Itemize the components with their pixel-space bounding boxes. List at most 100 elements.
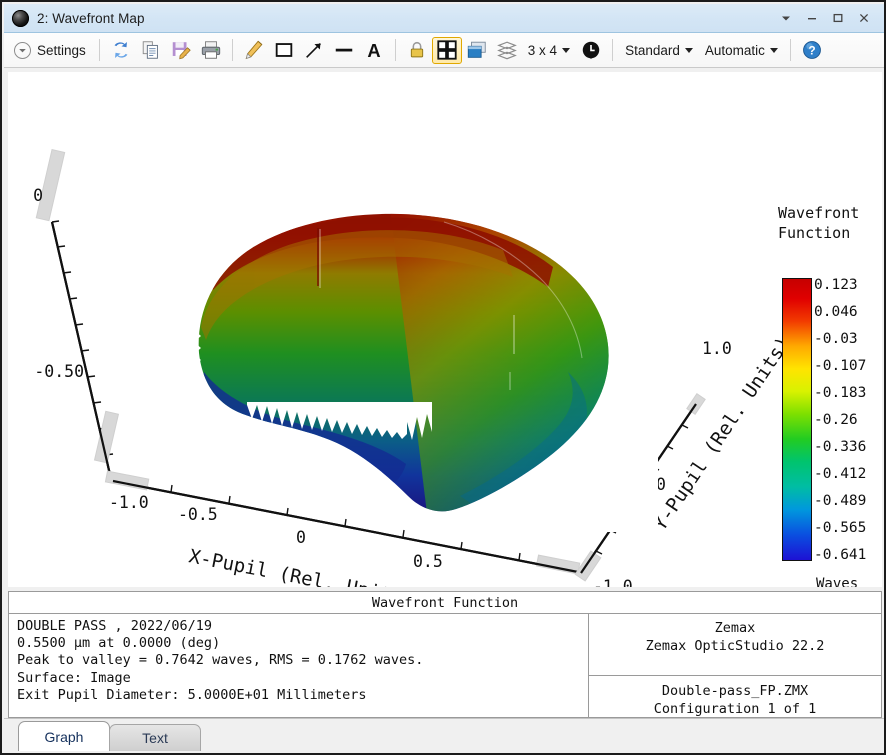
- pencil-icon: [245, 40, 263, 60]
- z-tick-0: 0: [33, 186, 43, 205]
- info-line: Surface: Image: [17, 669, 131, 686]
- style-label: Standard: [625, 42, 680, 58]
- vendor-name: Zemax: [714, 620, 756, 636]
- copy-icon: [142, 41, 158, 59]
- colorbar-legend: Wavefront Function 0.123 0.046 -0.03 -0.…: [774, 204, 882, 587]
- tab-strip: Graph Text: [4, 718, 884, 751]
- text-button[interactable]: A: [359, 37, 389, 64]
- x-tick-1: -0.5: [178, 505, 218, 524]
- title-bar: 2: Wavefront Map: [4, 4, 884, 33]
- chevron-down-icon[interactable]: [773, 5, 799, 31]
- chevron-down-icon: [769, 47, 778, 53]
- chevron-down-icon: [562, 47, 571, 53]
- tab-filler: [200, 750, 884, 751]
- wavefront-window-icon: [12, 9, 29, 27]
- arrow-button[interactable]: [299, 37, 329, 64]
- svg-text:?: ?: [808, 44, 815, 58]
- file-block: Double-pass_FP.ZMX Configuration 1 of 1: [589, 676, 881, 718]
- toolbar-separator: [231, 39, 233, 61]
- rectangle-button[interactable]: [269, 37, 299, 64]
- colorbar-tick: 0.123: [814, 277, 858, 293]
- info-line: Exit Pupil Diameter: 5.0000E+01 Millimet…: [17, 686, 367, 703]
- info-line: Peak to valley = 0.7642 waves, RMS = 0.1…: [17, 652, 424, 669]
- minimize-icon[interactable]: [799, 5, 825, 31]
- wavefront-surface-chart: 0 -0.50 -1.0 -0.5 0 0.5 X-Pupil (Rel. Un…: [33, 148, 795, 587]
- colorbar-tick: -0.412: [814, 466, 867, 483]
- maximize-icon[interactable]: [825, 5, 851, 31]
- toolbar-separator: [98, 39, 100, 61]
- colorbar-ticks: 0.123 0.046 -0.03 -0.107 -0.183 -0.26 -0…: [814, 278, 866, 563]
- text-icon: A: [367, 40, 380, 61]
- settings-button[interactable]: Settings: [10, 37, 93, 64]
- toolbar-separator: [394, 39, 396, 61]
- style-dropdown[interactable]: Standard: [619, 37, 699, 64]
- close-icon[interactable]: [851, 5, 877, 31]
- toolbar-separator: [789, 39, 791, 61]
- svg-text:A: A: [367, 40, 380, 61]
- chevron-down-icon: [684, 47, 693, 53]
- window-title: 2: Wavefront Map: [37, 10, 145, 26]
- grid-size-label: 3 x 4: [527, 42, 558, 58]
- refresh-timer-button[interactable]: [576, 37, 606, 64]
- info-details: DOUBLE PASS , 2022/06/19 0.5500 µm at 0.…: [9, 614, 589, 718]
- colorbar-tick: -0.336: [814, 439, 867, 456]
- colorbar-wrap: 0.123 0.046 -0.03 -0.107 -0.183 -0.26 -0…: [782, 278, 866, 563]
- wavefront-plot-area[interactable]: 0 -0.50 -1.0 -0.5 0 0.5 X-Pupil (Rel. Un…: [8, 72, 882, 587]
- toolbar: Settings A 3 x 4 Standard Automatic ?: [4, 33, 884, 68]
- layers-button[interactable]: [492, 37, 522, 64]
- tab-graph[interactable]: Graph: [18, 721, 110, 751]
- wavefront-map-window: 2: Wavefront Map Settings A 3 x 4 Standa…: [0, 0, 886, 755]
- info-panel: Wavefront Function DOUBLE PASS , 2022/06…: [8, 591, 882, 718]
- colorbar-tick: -0.565: [814, 520, 867, 537]
- chevron-down-icon: [14, 41, 31, 59]
- line-button[interactable]: [329, 37, 359, 64]
- detach-window-button[interactable]: [462, 37, 492, 64]
- info-panel-body: DOUBLE PASS , 2022/06/19 0.5500 µm at 0.…: [9, 614, 881, 718]
- info-line: DOUBLE PASS , 2022/06/19: [17, 618, 213, 634]
- rectangle-icon: [275, 43, 293, 57]
- colorbar-title: Wavefront Function: [778, 204, 860, 242]
- fit-window-icon: [437, 40, 457, 60]
- y-tick-2: 1.0: [702, 339, 732, 358]
- colorbar-tick: -0.489: [814, 493, 867, 510]
- vendor-version: Zemax OpticStudio 22.2: [645, 637, 825, 654]
- help-icon: ?: [802, 41, 821, 59]
- info-line: 0.5500 µm at 0.0000 (deg): [17, 635, 221, 652]
- vendor-block: Zemax Zemax OpticStudio 22.2: [589, 614, 881, 676]
- refresh-icon: [114, 42, 128, 58]
- print-button[interactable]: [196, 37, 226, 64]
- x-tick-0: -1.0: [109, 493, 149, 512]
- fit-window-button[interactable]: [431, 36, 462, 64]
- colorbar-tick: 0.046: [814, 304, 858, 321]
- tab-text[interactable]: Text: [109, 724, 201, 751]
- window-controls: [773, 4, 884, 32]
- scale-label: Automatic: [704, 42, 765, 58]
- line-icon: [335, 48, 353, 52]
- refresh-button[interactable]: [106, 37, 136, 64]
- x-axis: -1.0 -0.5 0 0.5 1.0 X-Pupil (Rel. Units): [104, 470, 581, 587]
- scale-dropdown[interactable]: Automatic: [699, 37, 784, 64]
- help-button[interactable]: ?: [797, 37, 827, 64]
- save-button[interactable]: [166, 37, 196, 64]
- detach-window-icon: [467, 41, 486, 58]
- arrow-icon: [305, 42, 321, 58]
- layers-icon: [496, 41, 517, 60]
- x-axis-label: X-Pupil (Rel. Units): [187, 545, 416, 587]
- colorbar-tick: -0.641: [814, 547, 867, 564]
- info-side: Zemax Zemax OpticStudio 22.2 Double-pass…: [589, 614, 881, 718]
- configuration-label: Configuration 1 of 1: [653, 700, 817, 717]
- z-axis: 0 -0.50: [33, 148, 120, 480]
- y-axis: -1.0 0 1.0 Y-Pupil (Rel. Units): [574, 333, 795, 587]
- toolbar-separator: [612, 39, 614, 61]
- y-tick-0: -1.0: [593, 577, 633, 587]
- colorbar-tick: -0.26: [814, 412, 858, 429]
- grid-size-dropdown[interactable]: 3 x 4: [522, 37, 576, 64]
- save-icon: [172, 42, 191, 60]
- tab-graph-label: Graph: [44, 728, 84, 745]
- info-panel-header: Wavefront Function: [9, 592, 881, 614]
- wavefront-surface: [178, 213, 658, 532]
- copy-button[interactable]: [136, 37, 166, 64]
- lock-button[interactable]: [402, 37, 432, 64]
- colorbar-gradient: [782, 278, 812, 561]
- annotate-button[interactable]: [239, 37, 269, 64]
